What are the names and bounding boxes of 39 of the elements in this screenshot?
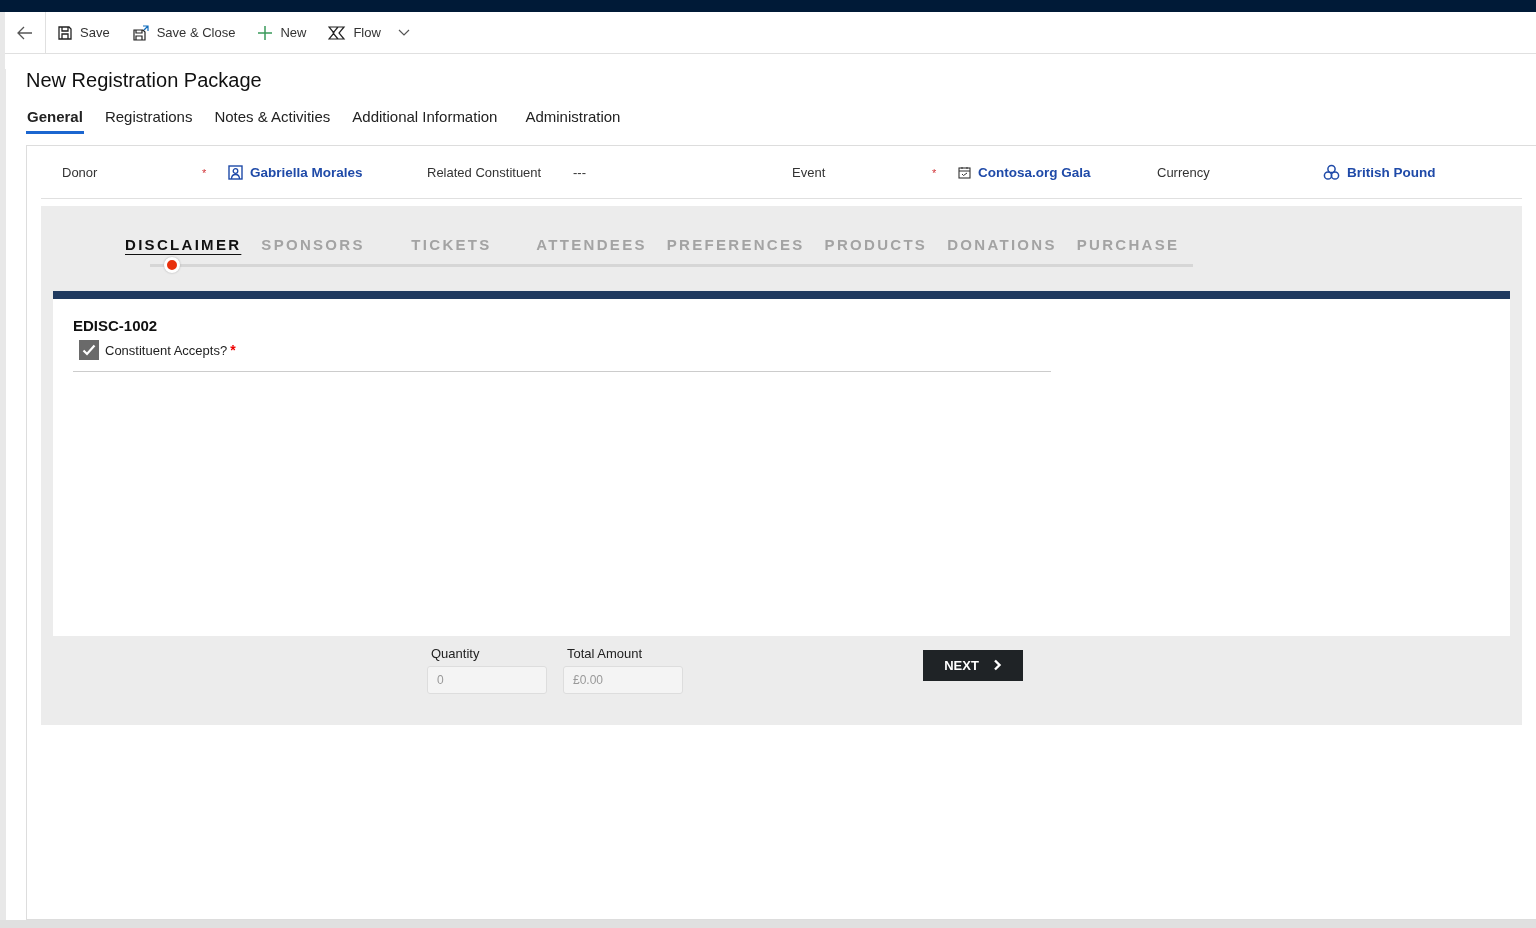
- field-value: ---: [573, 164, 586, 180]
- checkbox[interactable]: [79, 340, 99, 360]
- lookup-link[interactable]: Gabriella Morales: [228, 164, 363, 180]
- field-label: Currency: [1157, 164, 1211, 180]
- checkbox-label: Constituent Accepts?: [105, 342, 228, 358]
- save-close-icon: [131, 23, 150, 42]
- chevron-right-icon: [992, 659, 1002, 671]
- toolbar-button[interactable]: Save & Close: [120, 16, 247, 49]
- form-tab[interactable]: Additional Information: [351, 106, 499, 134]
- field-label: Event: [792, 164, 827, 180]
- lookup-link[interactable]: British Pound: [1323, 163, 1436, 181]
- field-label: Related Constituent: [427, 164, 543, 180]
- contact-icon: [228, 164, 243, 180]
- plus-icon: [257, 24, 274, 41]
- form-tab[interactable]: General: [26, 106, 84, 134]
- progress-dot: [164, 257, 180, 273]
- form-title: New Registration Package: [26, 69, 263, 92]
- currency-icon: [1323, 163, 1340, 181]
- required-marker: *: [230, 342, 236, 358]
- save-icon: [57, 24, 73, 41]
- form-tab[interactable]: Notes & Activities: [213, 106, 332, 134]
- required-marker: *: [932, 167, 937, 179]
- field-label: Total Amount: [566, 646, 644, 661]
- back-arrow-icon: [17, 25, 33, 40]
- lookup-link[interactable]: Contosa.org Gala: [958, 164, 1091, 180]
- form-tab[interactable]: Registrations: [103, 106, 194, 134]
- flow-icon: [328, 25, 347, 40]
- field-label: Donor: [62, 164, 99, 180]
- required-marker: *: [202, 167, 207, 179]
- chevron-down-icon: [397, 28, 410, 37]
- next-button[interactable]: NEXT: [923, 649, 1023, 681]
- wizard-step[interactable]: DISCLAIMER: [125, 236, 242, 253]
- form-tab[interactable]: Administration: [524, 106, 622, 134]
- calendar-icon: [958, 165, 971, 179]
- toolbar-button[interactable]: Flow: [317, 16, 392, 49]
- toolbar-button[interactable]: Save: [46, 16, 121, 49]
- field-label: Quantity: [430, 646, 481, 661]
- toolbar-button[interactable]: New: [246, 16, 318, 49]
- disclaimer-code: EDISC-1002: [73, 317, 159, 334]
